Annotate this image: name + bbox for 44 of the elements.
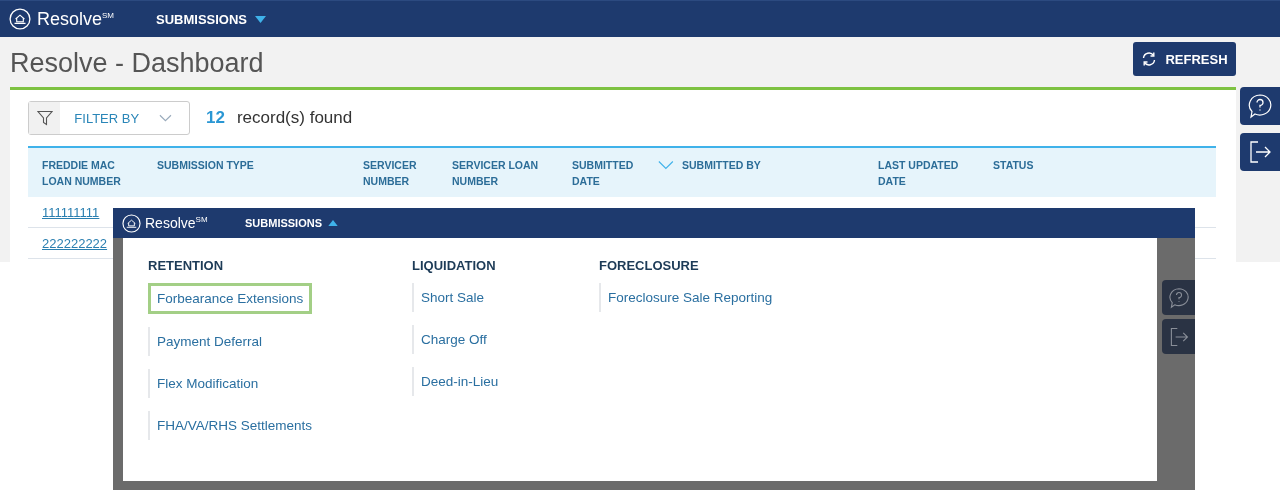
filter-icon xyxy=(36,110,53,126)
caret-icon xyxy=(328,220,338,226)
brand-name: Resolve$^{SM}$ xyxy=(145,215,208,231)
logo-icon xyxy=(9,8,31,30)
logout-button[interactable] xyxy=(1240,133,1280,171)
menu-group-heading: RETENTION xyxy=(148,258,224,273)
menu-item[interactable]: Flex Modification xyxy=(148,369,267,398)
column-header[interactable]: SUBMISSION TYPE xyxy=(157,157,254,173)
record-count: 12 xyxy=(206,108,225,128)
menu-item[interactable]: FHA/VA/RHS Settlements xyxy=(148,411,321,440)
column-header[interactable]: SERVICER NUMBER xyxy=(363,157,444,189)
column-header[interactable]: SUBMITTED BY xyxy=(682,157,761,173)
help-button[interactable] xyxy=(1240,87,1280,125)
help-icon xyxy=(1167,286,1190,309)
filter-dropdown[interactable]: FILTER BY xyxy=(28,101,190,135)
brand-name: Resolve$^{SM}$ xyxy=(37,8,115,30)
logout-button[interactable] xyxy=(1162,319,1195,354)
column-header[interactable]: STATUS xyxy=(993,157,1034,173)
page-title: Resolve - Dashboard xyxy=(10,47,264,79)
menu-item[interactable]: Short Sale xyxy=(412,283,493,312)
help-icon xyxy=(1247,93,1273,119)
menu-item[interactable]: Foreclosure Sale Reporting xyxy=(599,283,781,312)
menu-item[interactable]: Deed-in-Lieu xyxy=(412,367,507,396)
column-header[interactable]: LAST UPDATED DATE xyxy=(878,157,978,189)
menu-group-heading: LIQUIDATION xyxy=(412,258,496,273)
loan-number-link[interactable]: 222222222 xyxy=(42,235,108,251)
submissions-menu[interactable]: SUBMISSIONS xyxy=(156,11,266,27)
column-header[interactable]: SERVICER LOAN NUMBER xyxy=(452,157,552,189)
logout-icon xyxy=(1247,139,1273,165)
refresh-icon xyxy=(1141,51,1158,67)
logo-icon xyxy=(122,213,141,233)
menu-item[interactable]: Charge Off xyxy=(412,325,495,354)
submissions-menu[interactable]: SUBMISSIONS xyxy=(245,217,338,229)
column-header[interactable]: SUBMITTED DATE xyxy=(572,157,653,189)
menu-item[interactable]: Payment Deferral xyxy=(148,327,271,356)
column-header[interactable]: FREDDIE MAC LOAN NUMBER xyxy=(42,157,142,189)
chevron-down-icon xyxy=(159,114,172,122)
records-found-label: record(s) found xyxy=(236,108,353,128)
menu-item[interactable]: Forbearance Extensions xyxy=(148,283,313,314)
refresh-button[interactable]: REFRESH xyxy=(1133,42,1236,76)
loan-number-link[interactable]: 111111111 xyxy=(42,204,100,220)
caret-icon xyxy=(255,15,266,23)
menu-group-heading: FORECLOSURE xyxy=(599,258,699,273)
sort-descending-icon[interactable] xyxy=(658,160,674,170)
